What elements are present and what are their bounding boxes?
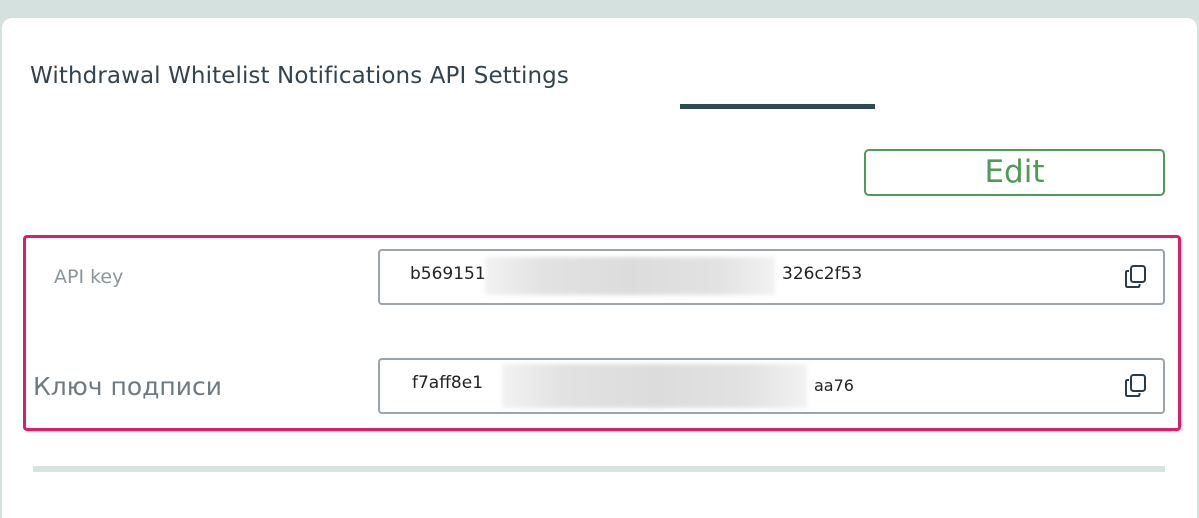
signature-key-value-start: f7aff8e1 bbox=[412, 373, 484, 393]
active-tab-indicator bbox=[680, 104, 875, 109]
signature-key-redacted bbox=[502, 364, 807, 408]
api-key-value-end: 326c2f53 bbox=[782, 264, 863, 284]
api-key-redacted bbox=[485, 257, 775, 295]
section-divider bbox=[33, 466, 1165, 472]
edit-button[interactable]: Edit bbox=[864, 149, 1165, 196]
signature-key-value-end: aa76 bbox=[814, 376, 854, 395]
signature-key-label: Ключ подписи bbox=[33, 372, 223, 401]
page-title: Withdrawal Whitelist Notifications API S… bbox=[30, 63, 569, 89]
api-key-field[interactable]: b569151 326c2f53 bbox=[378, 249, 1165, 305]
signature-key-field[interactable]: f7aff8e1 aa76 bbox=[378, 358, 1165, 414]
copy-icon[interactable] bbox=[1123, 373, 1149, 399]
api-key-label: API key bbox=[54, 266, 124, 288]
copy-icon[interactable] bbox=[1123, 264, 1149, 290]
api-key-value-start: b569151 bbox=[410, 264, 486, 284]
